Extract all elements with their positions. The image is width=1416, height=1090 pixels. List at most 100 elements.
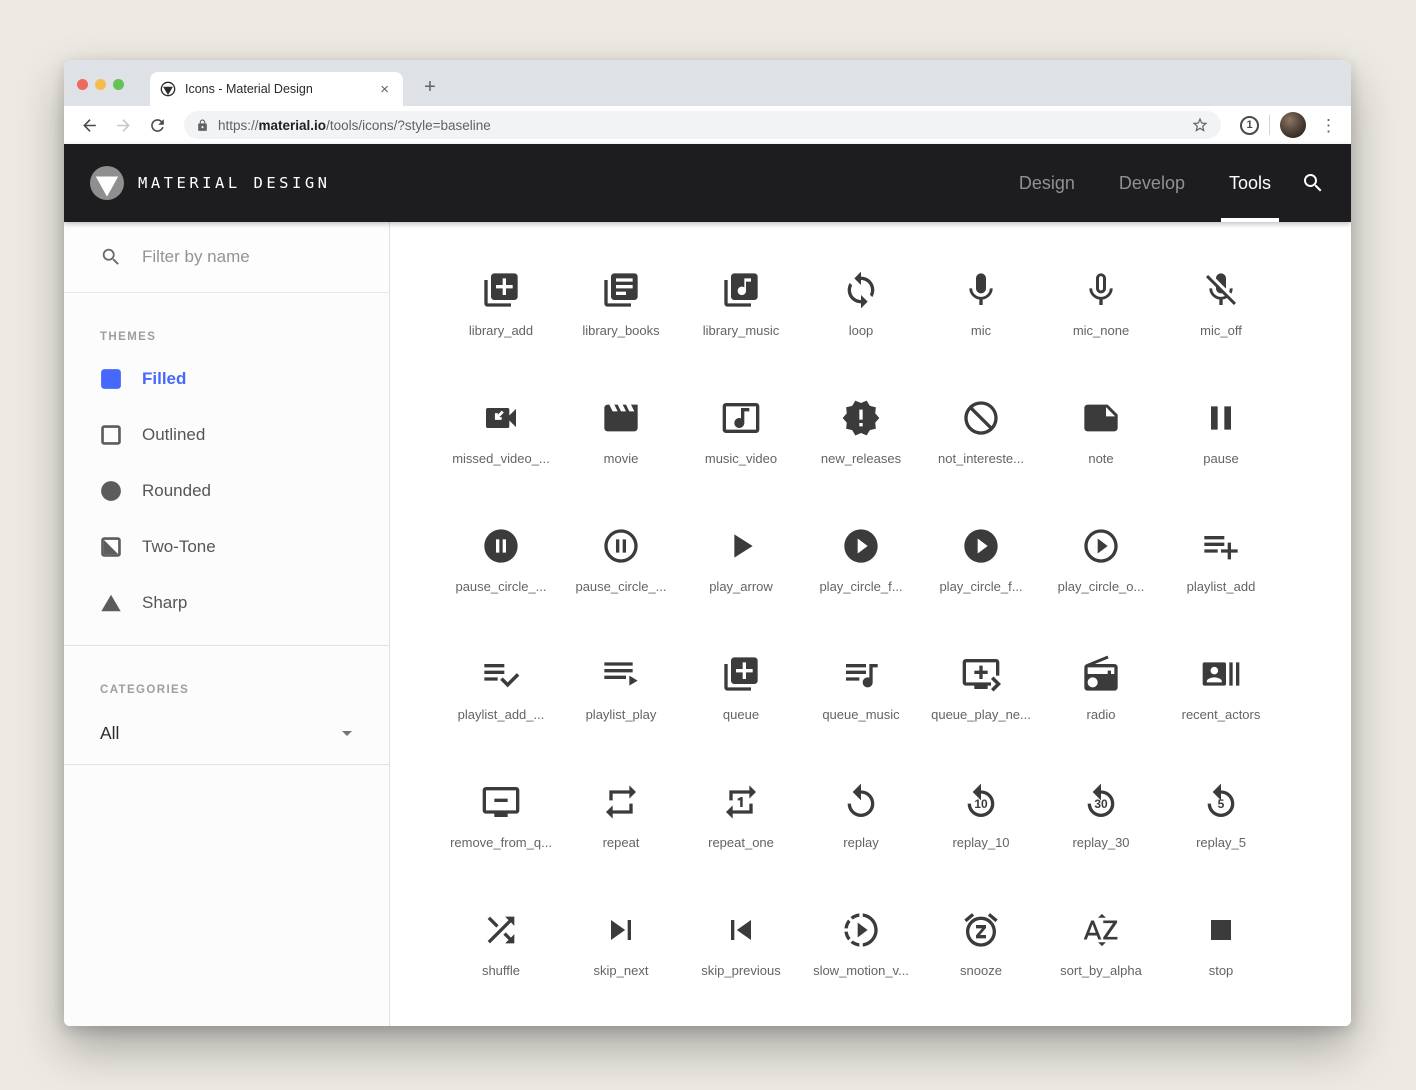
reload-icon[interactable] — [140, 111, 174, 139]
zoom-window-button[interactable] — [113, 79, 124, 90]
extension-icon[interactable]: 1 — [1240, 116, 1259, 135]
icon-cell[interactable]: playlist_add_... — [441, 654, 561, 782]
brand-title[interactable]: MATERIAL DESIGN — [138, 174, 330, 192]
icon-cell[interactable]: queue_music — [801, 654, 921, 782]
icon-cell[interactable]: skip_previous — [681, 910, 801, 1026]
chevron-down-icon — [335, 721, 359, 745]
browser-tab[interactable]: Icons - Material Design × — [150, 72, 403, 106]
theme-rounded[interactable]: Rounded — [64, 463, 389, 519]
categories-section-label: CATEGORIES — [64, 646, 389, 702]
icon-cell[interactable]: radio — [1041, 654, 1161, 782]
header-search-icon[interactable] — [1301, 171, 1325, 195]
address-bar[interactable]: https://material.io/tools/icons/?style=b… — [184, 111, 1221, 139]
icon-cell[interactable]: loop — [801, 270, 921, 398]
icon-label: remove_from_q... — [450, 835, 552, 850]
theme-filled[interactable]: Filled — [64, 351, 389, 407]
icon-cell[interactable]: 30replay_30 — [1041, 782, 1161, 910]
icon-label: radio — [1087, 707, 1116, 722]
back-icon[interactable] — [72, 111, 106, 139]
icon-cell[interactable]: play_circle_f... — [921, 526, 1041, 654]
icon-cell[interactable]: play_circle_o... — [1041, 526, 1161, 654]
icon-cell[interactable]: repeat_one — [681, 782, 801, 910]
icon-cell[interactable]: snooze — [921, 910, 1041, 1026]
icon-cell[interactable]: pause_circle_... — [561, 526, 681, 654]
queue_play_next-icon — [961, 654, 1001, 694]
filled-theme-icon — [100, 368, 122, 390]
icon-cell[interactable]: skip_next — [561, 910, 681, 1026]
forward-icon[interactable] — [106, 111, 140, 139]
icon-cell[interactable]: queue_play_ne... — [921, 654, 1041, 782]
tab-close-icon[interactable]: × — [376, 80, 393, 99]
filter-input[interactable] — [140, 246, 344, 268]
bookmark-star-icon[interactable] — [1191, 116, 1209, 134]
skip_next-icon — [601, 910, 641, 950]
icon-cell[interactable]: slow_motion_v... — [801, 910, 921, 1026]
icon-label: mic — [971, 323, 991, 338]
nav-develop[interactable]: Develop — [1119, 144, 1185, 222]
icon-cell[interactable]: repeat — [561, 782, 681, 910]
icon-label: repeat — [603, 835, 640, 850]
browser-menu-icon[interactable]: ⋮ — [1316, 117, 1341, 134]
icon-label: replay_30 — [1072, 835, 1129, 850]
icon-label: library_books — [582, 323, 659, 338]
icon-cell[interactable]: music_video — [681, 398, 801, 526]
icon-cell[interactable]: play_circle_f... — [801, 526, 921, 654]
theme-sharp[interactable]: Sharp — [64, 575, 389, 631]
library_music-icon — [721, 270, 761, 310]
icon-cell[interactable]: 10replay_10 — [921, 782, 1041, 910]
icon-cell[interactable]: mic — [921, 270, 1041, 398]
category-dropdown[interactable]: All — [64, 702, 389, 764]
sharp-theme-icon — [100, 592, 122, 614]
theme-two-tone[interactable]: Two-Tone — [64, 519, 389, 575]
close-window-button[interactable] — [77, 79, 88, 90]
material-design-logo[interactable] — [90, 166, 124, 200]
icon-cell[interactable]: pause_circle_... — [441, 526, 561, 654]
icon-label: replay — [843, 835, 878, 850]
icon-cell[interactable]: play_arrow — [681, 526, 801, 654]
icon-cell[interactable]: shuffle — [441, 910, 561, 1026]
icon-cell[interactable]: movie — [561, 398, 681, 526]
icon-cell[interactable]: pause — [1161, 398, 1281, 526]
play_circle_filled-icon — [841, 526, 881, 566]
icon-cell[interactable]: replay — [801, 782, 921, 910]
icon-cell[interactable]: mic_none — [1041, 270, 1161, 398]
icon-cell[interactable]: remove_from_q... — [441, 782, 561, 910]
icon-cell[interactable]: 5replay_5 — [1161, 782, 1281, 910]
nav-tools[interactable]: Tools — [1229, 144, 1271, 222]
music_video-icon — [721, 398, 761, 438]
svg-text:10: 10 — [974, 797, 988, 811]
icon-cell[interactable]: note — [1041, 398, 1161, 526]
queue-icon — [721, 654, 761, 694]
icon-label: play_circle_f... — [939, 579, 1022, 594]
icon-cell[interactable]: missed_video_... — [441, 398, 561, 526]
icon-cell[interactable]: not_intereste... — [921, 398, 1041, 526]
icon-cell[interactable]: mic_off — [1161, 270, 1281, 398]
icon-cell[interactable]: library_books — [561, 270, 681, 398]
tab-strip: Icons - Material Design × + — [64, 60, 1351, 106]
icon-label: play_circle_f... — [819, 579, 902, 594]
icon-cell[interactable]: sort_by_alpha — [1041, 910, 1161, 1026]
icon-label: new_releases — [821, 451, 901, 466]
icon-cell[interactable]: stop — [1161, 910, 1281, 1026]
outlined-theme-icon — [100, 424, 122, 446]
icon-cell[interactable]: new_releases — [801, 398, 921, 526]
icon-label: library_add — [469, 323, 533, 338]
skip_previous-icon — [721, 910, 761, 950]
icon-cell[interactable]: playlist_play — [561, 654, 681, 782]
themes-section-label: THEMES — [64, 293, 389, 349]
icon-label: recent_actors — [1182, 707, 1261, 722]
icon-label: pause_circle_... — [575, 579, 666, 594]
icon-cell[interactable]: library_music — [681, 270, 801, 398]
play_circle_outline-icon — [1081, 526, 1121, 566]
icon-cell[interactable]: library_add — [441, 270, 561, 398]
minimize-window-button[interactable] — [95, 79, 106, 90]
theme-outlined[interactable]: Outlined — [64, 407, 389, 463]
profile-avatar[interactable] — [1280, 112, 1306, 138]
icon-cell[interactable]: playlist_add — [1161, 526, 1281, 654]
icon-cell[interactable]: queue — [681, 654, 801, 782]
mic-icon — [961, 270, 1001, 310]
new-tab-button[interactable]: + — [416, 73, 444, 101]
icon-cell[interactable]: recent_actors — [1161, 654, 1281, 782]
site-nav: Design Develop Tools — [1019, 144, 1271, 222]
nav-design[interactable]: Design — [1019, 144, 1075, 222]
